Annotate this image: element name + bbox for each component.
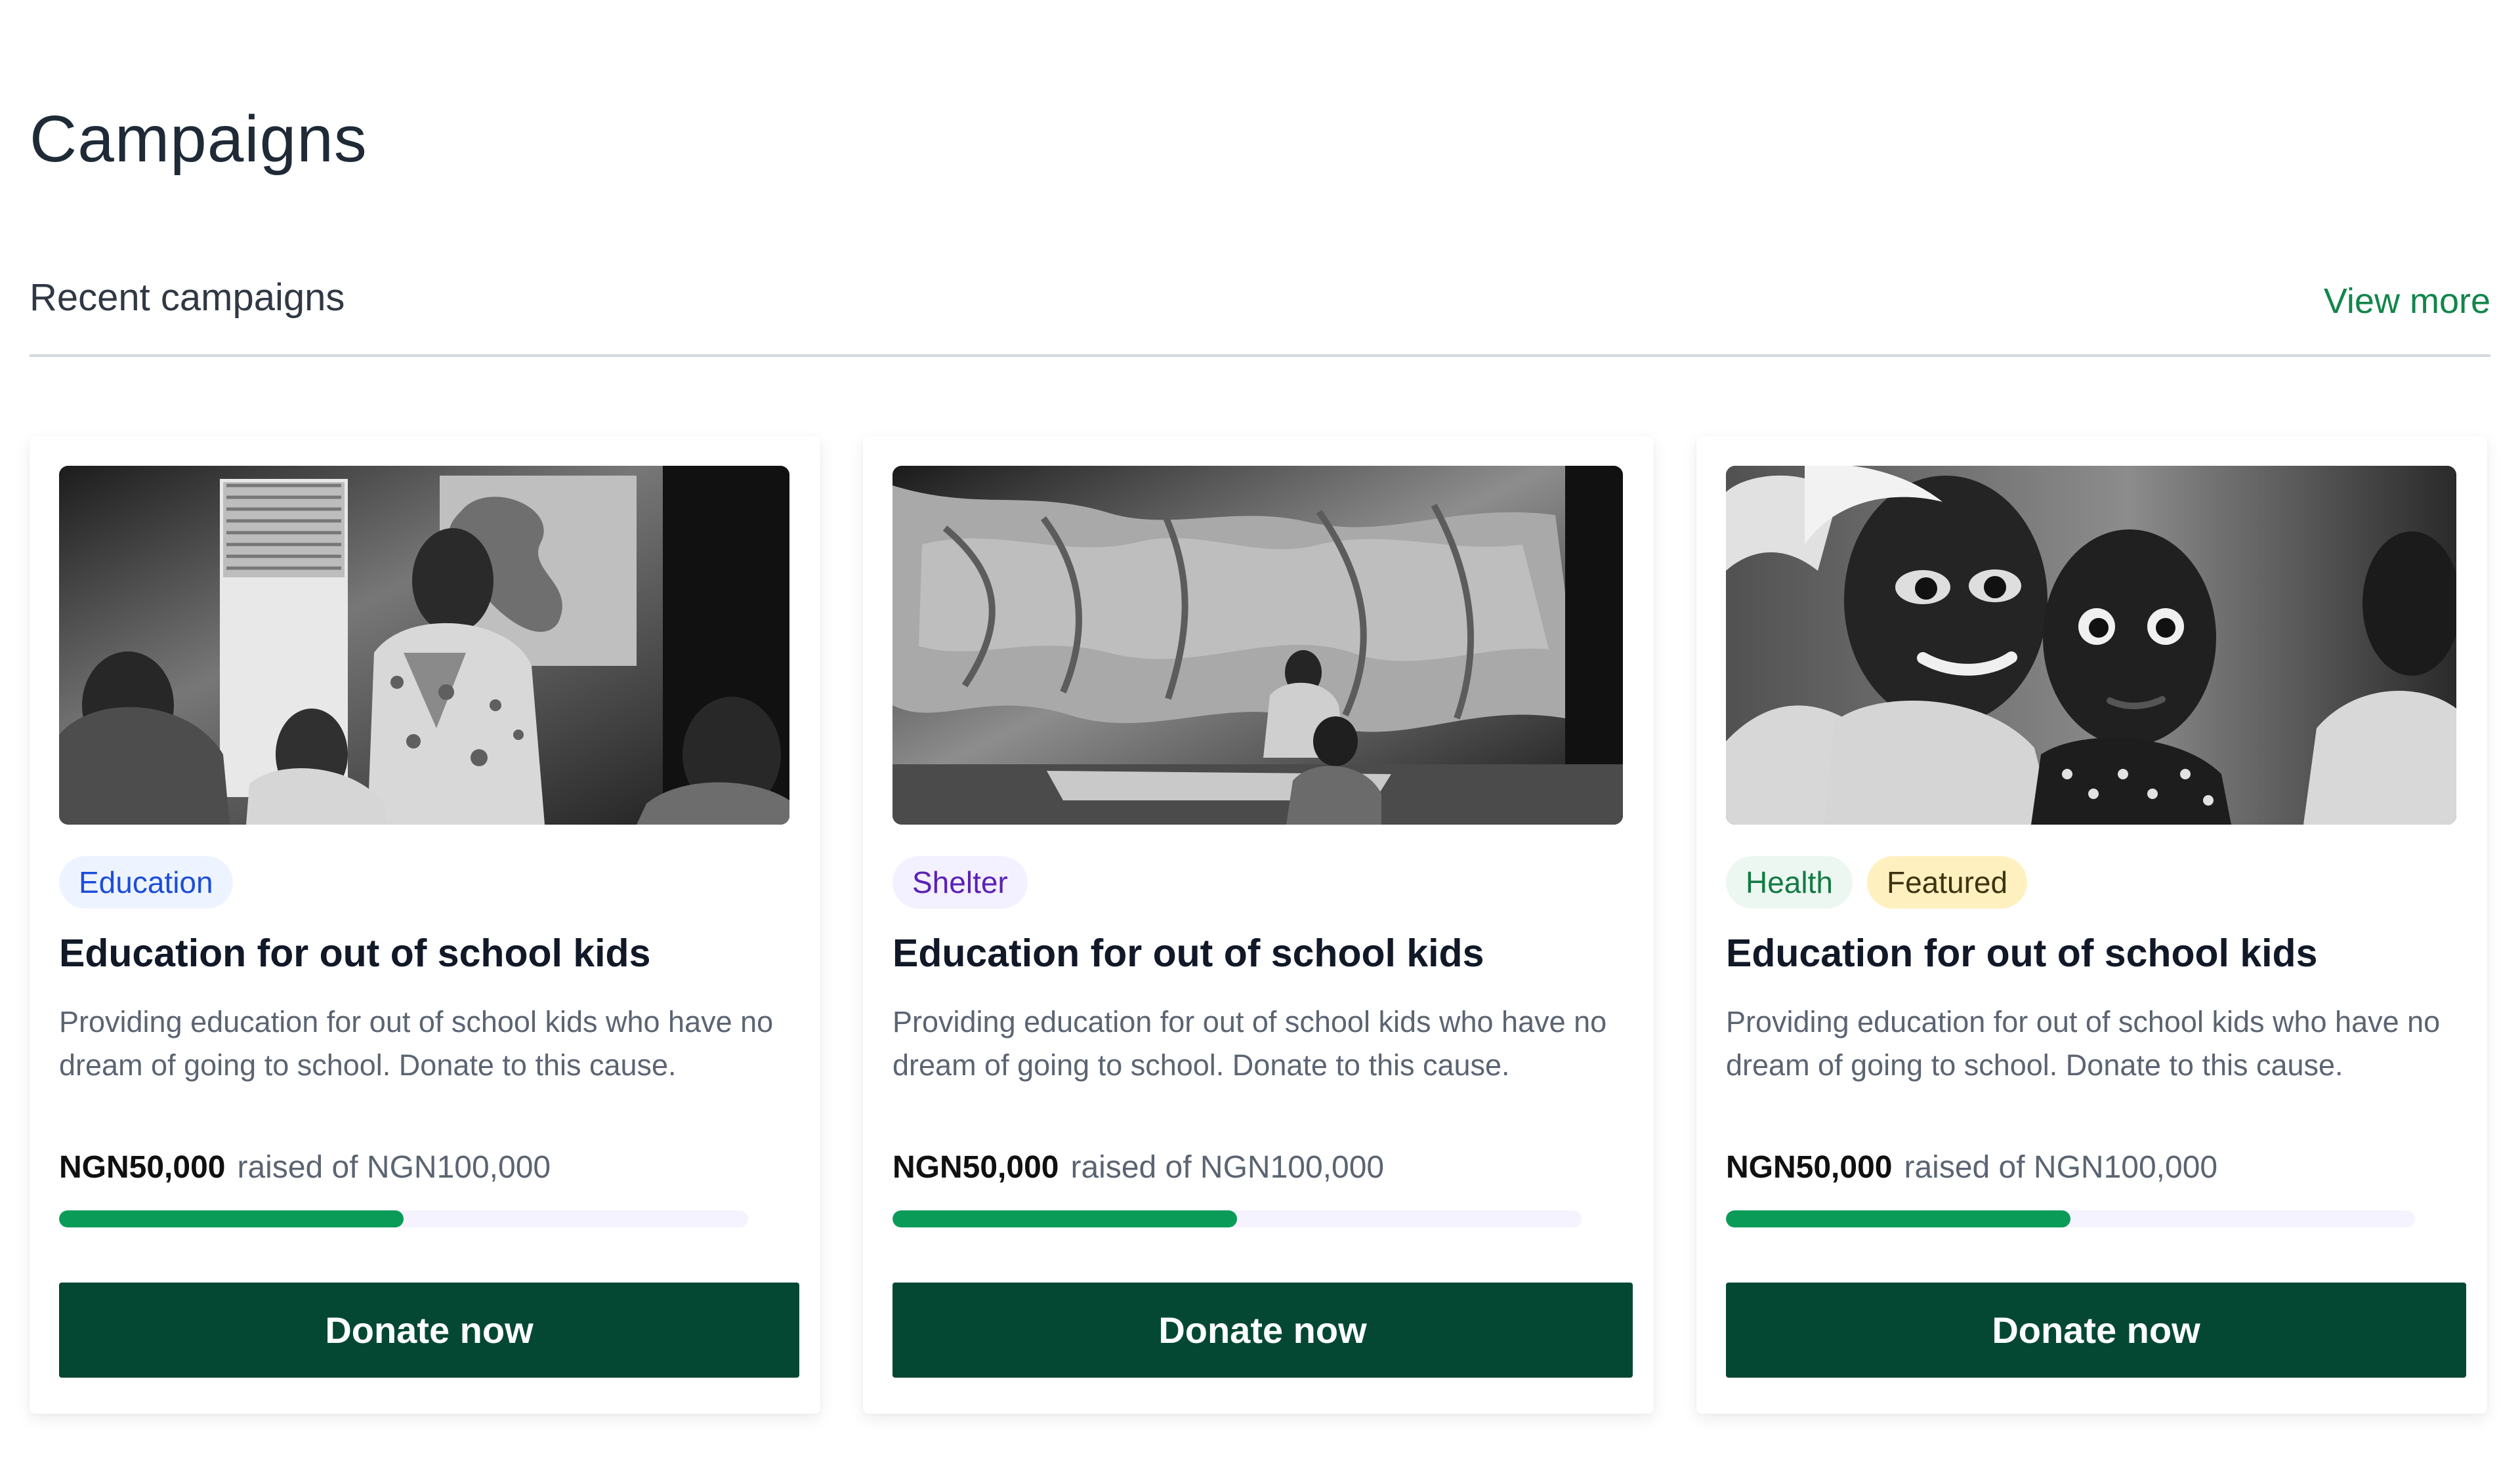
raised-summary: NGN50,000 raised of NGN100,000 bbox=[892, 1149, 1614, 1185]
campaign-image-shelter bbox=[892, 466, 1623, 825]
section-title: Recent campaigns bbox=[30, 276, 345, 319]
campaign-cards: Education Education for out of school ki… bbox=[30, 436, 2490, 1414]
donate-button[interactable]: Donate now bbox=[59, 1283, 799, 1378]
campaign-card-education: Education Education for out of school ki… bbox=[30, 436, 820, 1414]
campaign-progress-fill bbox=[892, 1210, 1237, 1227]
campaign-description: Providing education for out of school ki… bbox=[1726, 1005, 2441, 1082]
education-tag: Education bbox=[59, 856, 233, 909]
campaign-description: Providing education for out of school ki… bbox=[892, 1005, 1607, 1082]
classroom-photo bbox=[59, 466, 789, 825]
raised-amount: NGN50,000 bbox=[892, 1150, 1059, 1185]
recent-campaigns-header: Recent campaigns View more bbox=[30, 276, 2490, 357]
raised-amount: NGN50,000 bbox=[59, 1150, 226, 1185]
health-tag: Health bbox=[1726, 856, 1853, 909]
campaign-card-shelter: Shelter Education for out of school kids… bbox=[863, 436, 1654, 1414]
campaign-progress-fill bbox=[59, 1210, 404, 1227]
raised-summary: NGN50,000 raised of NGN100,000 bbox=[1726, 1149, 2448, 1185]
campaign-tags: Health Featured bbox=[1726, 856, 2028, 909]
campaign-title: Education for out of school kids bbox=[59, 932, 651, 975]
campaign-progress-bar bbox=[1726, 1210, 2415, 1227]
raised-summary: NGN50,000 raised of NGN100,000 bbox=[59, 1149, 781, 1185]
campaign-tags: Education bbox=[59, 856, 233, 909]
shelter-tag: Shelter bbox=[892, 856, 1028, 909]
campaign-tags: Shelter bbox=[892, 856, 1028, 909]
raised-goal: raised of NGN100,000 bbox=[1904, 1150, 2218, 1185]
campaign-progress-bar bbox=[892, 1210, 1582, 1227]
raised-goal: raised of NGN100,000 bbox=[237, 1150, 551, 1185]
children-photo bbox=[1726, 466, 2456, 825]
campaign-image-children bbox=[1726, 466, 2456, 825]
featured-tag: Featured bbox=[1866, 856, 2028, 909]
campaign-title: Education for out of school kids bbox=[892, 932, 1484, 975]
view-more-link[interactable]: View more bbox=[2324, 281, 2490, 321]
campaign-image-classroom bbox=[59, 466, 789, 825]
campaign-progress-bar bbox=[59, 1210, 748, 1227]
campaign-card-health: Health Featured Education for out of sch… bbox=[1696, 436, 2487, 1414]
campaigns-page: Campaigns Recent campaigns View more Edu… bbox=[0, 0, 2520, 1480]
campaign-title: Education for out of school kids bbox=[1726, 932, 2318, 975]
donate-button[interactable]: Donate now bbox=[1726, 1283, 2466, 1378]
shelter-photo bbox=[892, 466, 1623, 825]
raised-amount: NGN50,000 bbox=[1726, 1150, 1893, 1185]
donate-button[interactable]: Donate now bbox=[892, 1283, 1633, 1378]
raised-goal: raised of NGN100,000 bbox=[1070, 1150, 1385, 1185]
campaign-progress-fill bbox=[1726, 1210, 2070, 1227]
page-title: Campaigns bbox=[30, 102, 368, 176]
campaign-description: Providing education for out of school ki… bbox=[59, 1005, 774, 1082]
